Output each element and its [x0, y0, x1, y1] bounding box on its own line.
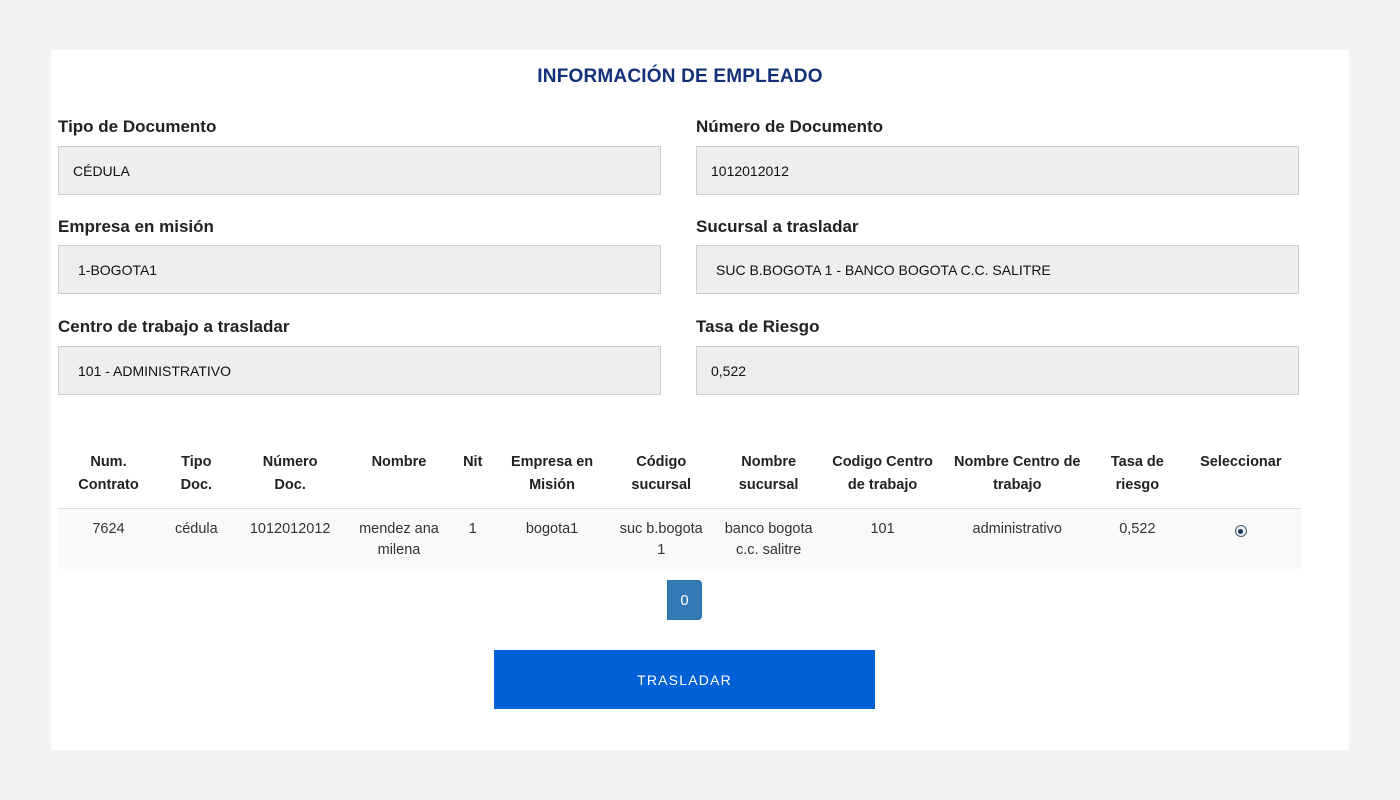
table-body: 7624 cédula 1012012012 mendez ana milena 1 bog… [58, 508, 1301, 569]
table-cell-line: bogota1 [525, 521, 579, 537]
table-cell: 101 [824, 508, 941, 569]
numero-documento-field[interactable]: 1012012012 [696, 146, 1299, 195]
tasa-riesgo-label: Tasa de Riesgo [696, 317, 820, 336]
table-cell-line: 101 [870, 521, 895, 537]
column-header: Num. Contrato [58, 443, 159, 509]
sucursal-label: Sucursal a trasladar [696, 217, 859, 236]
table-cell: mendez ana milena [346, 508, 452, 569]
tasa-riesgo-field[interactable]: 0,522 [696, 346, 1299, 395]
table-cell: 1012012012 [233, 508, 347, 569]
column-header-line: sucursal [738, 477, 799, 493]
table-cell: administrativo [940, 508, 1095, 569]
column-header-line: Doc. [180, 477, 213, 493]
column-header: Tasa de riesgo [1094, 443, 1181, 509]
table-cell-line: administrativo [972, 521, 1062, 537]
column-header: Código sucursal [610, 443, 713, 509]
column-header: Empresa en Misión [494, 443, 610, 509]
table-cell: cédula [158, 508, 234, 569]
column-header: Nombre [346, 443, 452, 509]
column-header-line: Empresa en [510, 454, 594, 470]
table-cell-line: c.c. salitre [736, 542, 802, 558]
column-header-line: Contrato [78, 477, 139, 493]
select-cell [1180, 508, 1301, 569]
table-row[interactable]: 7624 cédula 1012012012 mendez ana milena 1 bog… [58, 508, 1301, 569]
column-header-line: Codigo Centro [832, 454, 933, 470]
select-row-radio[interactable] [1234, 525, 1247, 537]
column-header: Nombre Centro de trabajo [940, 443, 1095, 509]
column-header-line: Nombre [371, 454, 427, 470]
table-cell-line: milena [377, 542, 421, 558]
table-cell-line: suc b.bogota [619, 521, 703, 537]
table-cell-line: 7624 [92, 521, 125, 537]
column-header-line: riesgo [1115, 477, 1160, 493]
empresa-mision-label: Empresa en misión [58, 217, 214, 236]
table-cell-line: mendez ana [359, 521, 439, 537]
column-header-line: Código [636, 454, 687, 470]
column-header: Número Doc. [233, 443, 347, 509]
table-cell-line: banco bogota [724, 521, 813, 537]
column-header-line: Nombre [741, 454, 797, 470]
employee-info-card: INFORMACIÓN DE EMPLEADO Tipo de Document… [51, 50, 1349, 750]
column-header-line: trabajo [993, 477, 1042, 493]
column-header-line: sucursal [631, 477, 692, 493]
table-cell-line: 1012012012 [249, 521, 331, 537]
table-cell: suc b.bogota 1 [610, 508, 713, 569]
centro-trabajo-label: Centro de trabajo a trasladar [58, 317, 290, 336]
column-header-line: Seleccionar [1200, 454, 1282, 470]
trasladar-button[interactable]: TRASLADAR [494, 650, 875, 709]
column-header: Nit [451, 443, 495, 509]
column-header-line: Número [262, 454, 318, 470]
table-cell-line: 1 [657, 542, 666, 558]
contracts-table: Num. Contrato Tipo Doc. Número Doc. Nombre Nit E… [58, 443, 1301, 569]
numero-documento-label: Número de Documento [696, 117, 884, 136]
column-header-line: Doc. [274, 477, 306, 493]
table-cell: banco bogota c.c. salitre [712, 508, 825, 569]
column-header-line: Tasa de [1110, 454, 1164, 470]
column-header: Nombre sucursal [712, 443, 825, 509]
table-cell: 7624 [58, 508, 159, 569]
empresa-mision-select[interactable]: 1-BOGOTA1 [58, 245, 661, 294]
centro-trabajo-select[interactable]: 101 - ADMINISTRATIVO [58, 346, 661, 395]
table-cell: 0,522 [1094, 508, 1181, 569]
pagination-page-button[interactable]: 0 [667, 580, 702, 620]
column-header-line: Nombre Centro de [954, 454, 1081, 470]
table-cell-line: cédula [174, 521, 218, 537]
table-header-row: Num. Contrato Tipo Doc. Número Doc. Nombre Nit E… [58, 443, 1301, 509]
tipo-documento-label: Tipo de Documento [58, 117, 217, 136]
tipo-documento-field[interactable]: CÉDULA [58, 146, 661, 195]
table-cell-line: 0,522 [1119, 521, 1156, 537]
column-header: Codigo Centro de trabajo [824, 443, 941, 509]
column-header: Seleccionar [1180, 443, 1301, 509]
column-header-line: Nit [463, 454, 483, 470]
sucursal-select[interactable]: SUC B.BOGOTA 1 - BANCO BOGOTA C.C. SALIT… [696, 245, 1299, 294]
table-cell: bogota1 [494, 508, 610, 569]
column-header-line: de trabajo [847, 477, 918, 493]
page-title: INFORMACIÓN DE EMPLEADO [537, 66, 823, 87]
column-header-line: Num. [90, 454, 127, 470]
column-header-line: Tipo [181, 454, 212, 470]
column-header-line: Misión [529, 477, 575, 493]
column-header: Tipo Doc. [158, 443, 234, 509]
table-cell: 1 [451, 508, 495, 569]
table-cell-line: 1 [468, 521, 477, 537]
